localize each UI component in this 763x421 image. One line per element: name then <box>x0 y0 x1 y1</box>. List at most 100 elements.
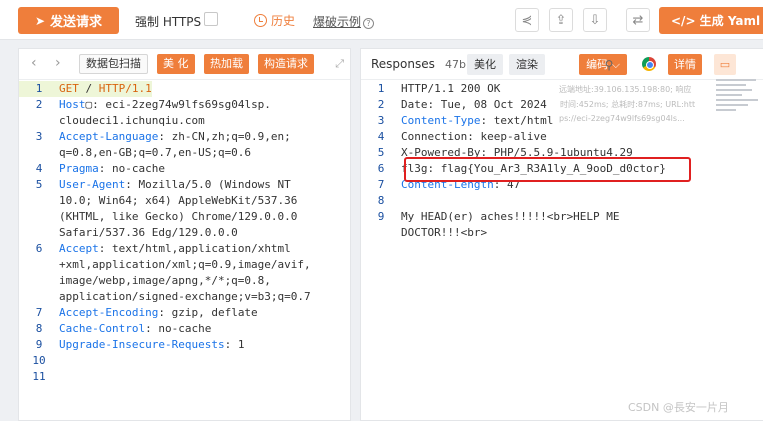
code-text: Content-Length: 47 <box>401 177 520 193</box>
forward-arrow-icon[interactable]: › <box>55 55 61 71</box>
code-line: 9 My HEAD(er) aches!!!!!<br>HELP ME <box>361 209 763 225</box>
force-https-checkbox[interactable] <box>204 12 218 26</box>
request-editor[interactable]: 1 GET / HTTP/1.1 2 Host▢: eci-2zeg74w9lfs69… <box>19 81 350 385</box>
code-text: Accept: text/html,application/xhtml <box>59 241 291 257</box>
share-icon[interactable]: ⋞ <box>515 8 539 32</box>
code-text: Content-Type: text/html <box>401 113 553 129</box>
code-text: User-Agent: Mozilla/5.0 (Windows NT <box>59 177 291 193</box>
code-token: : no-cache <box>145 322 212 335</box>
code-token: application/signed-exchange;v=b3;q=0.7 <box>59 290 311 303</box>
detail-button[interactable]: 详情 <box>668 54 702 75</box>
code-token: fl3g: flag{You_Ar3_R3A1ly_A_9ooD_d0ctor} <box>401 162 666 175</box>
render-button[interactable]: 渲染 <box>509 54 545 75</box>
line-number: 3 <box>377 114 385 127</box>
code-text: GET / HTTP/1.1 <box>59 81 152 97</box>
code-token: : no-cache <box>98 162 165 175</box>
code-token: Upgrade-Insecure-Requests <box>59 338 225 351</box>
code-line: DOCTOR!!!<br> <box>361 225 763 241</box>
code-line: 5 X-Powered-By: PHP/5.5.9-1ubuntu4.29 <box>361 145 763 161</box>
line-number: 6 <box>35 242 43 255</box>
code-token: Accept-Language <box>59 130 159 143</box>
code-token: Cache-Control <box>59 322 146 335</box>
top-toolbar: ➤ 发送请求 强制 HTTPS 历史 爆破示例? ⋞ ⇪ ⇩ ⇄ </> 生成 … <box>0 0 763 40</box>
responses-title: Responses <box>371 57 435 71</box>
generate-yaml-button[interactable]: </> 生成 Yaml 模板 <box>659 7 763 34</box>
build-request-button[interactable]: 构造请求 <box>258 54 314 74</box>
code-token: : text/html <box>480 114 554 127</box>
code-line: 9 Upgrade-Insecure-Requests: 1 <box>19 337 350 353</box>
code-text: cloudeci1.ichunqiu.com <box>59 113 205 129</box>
code-token: Pragma <box>59 162 99 175</box>
line-number <box>19 193 59 209</box>
line-number: 5 <box>377 146 385 159</box>
generate-yaml-label: </> 生成 Yaml 模板 <box>671 14 763 28</box>
code-line: 2 Host▢: eci-2zeg74w9lfs69sg04lsp. <box>19 97 350 113</box>
burst-example-link[interactable]: 爆破示例? <box>313 13 375 30</box>
code-text: Connection: keep-alive <box>401 129 547 145</box>
code-token: DOCTOR!!!<br> <box>401 226 488 239</box>
line-number <box>361 225 401 241</box>
search-icon[interactable]: ⚲ <box>599 55 619 75</box>
code-line: 6 Accept: text/html,application/xhtml <box>19 241 350 257</box>
code-text: 10.0; Win64; x64) AppleWebKit/537.36 <box>59 193 297 209</box>
code-line: 4 Connection: keep-alive <box>361 129 763 145</box>
code-line: 6 fl3g: flag{You_Ar3_R3A1ly_A_9ooD_d0ctor… <box>361 161 763 177</box>
code-text: Cache-Control: no-cache <box>59 321 211 337</box>
line-number <box>19 209 59 225</box>
code-text: Accept-Encoding: gzip, deflate <box>59 305 258 321</box>
code-text: HTTP/1.1 200 OK <box>401 81 500 97</box>
remote-address-info: 远端地址:39.106.135.198:80; 响应 <box>559 85 692 94</box>
export-icon[interactable]: ⇪ <box>549 8 573 32</box>
code-token: HTTP/1.1 200 OK <box>401 82 501 95</box>
import-icon[interactable]: ⇩ <box>583 8 607 32</box>
request-toolbar: ‹ › 数据包扫描 美 化 热加载 构造请求 ⤢ <box>19 49 350 80</box>
line-number: 3 <box>35 130 43 143</box>
code-line: application/signed-exchange;v=b3;q=0.7 <box>19 289 350 305</box>
response-beautify-button[interactable]: 美化 <box>467 54 503 75</box>
code-token: : 1 <box>224 338 245 351</box>
send-request-label: 发送请求 <box>50 15 103 30</box>
code-token: X-Powered-By: PHP/5.5.9-1ubuntu4.29 <box>401 146 633 159</box>
code-token: Host <box>59 98 86 111</box>
line-number: 9 <box>377 210 385 223</box>
burst-example-label: 爆破示例 <box>313 15 362 29</box>
code-text: X-Powered-By: PHP/5.5.9-1ubuntu4.29 <box>401 145 633 161</box>
code-token: image/webp,image/apng,*/*;q=0.8, <box>59 274 271 287</box>
code-token: Content-Length <box>401 178 494 191</box>
expand-icon[interactable]: ⤢ <box>335 57 344 71</box>
line-number: 7 <box>35 306 43 319</box>
message-icon[interactable]: ▭ <box>714 54 736 75</box>
back-arrow-icon[interactable]: ‹ <box>31 55 37 71</box>
force-https-label: 强制 HTTPS <box>135 15 202 29</box>
packet-scan-button[interactable]: 数据包扫描 <box>79 54 148 74</box>
code-line: q=0.8,en-GB;q=0.7,en-US;q=0.6 <box>19 145 350 161</box>
code-text: Host▢: eci-2zeg74w9lfs69sg04lsp. <box>59 97 271 113</box>
code-token: Accept <box>59 242 99 255</box>
response-size: 47b <box>445 58 466 71</box>
chrome-icon[interactable] <box>642 57 656 71</box>
beautify-button[interactable]: 美 化 <box>157 54 195 74</box>
code-line: +xml,application/xml;q=0.9,image/avif, <box>19 257 350 273</box>
code-line: 11 <box>19 369 350 385</box>
hot-reload-button[interactable]: 热加载 <box>204 54 249 74</box>
code-token: Connection: keep-alive <box>401 130 547 143</box>
code-text: Pragma: no-cache <box>59 161 165 177</box>
code-token: My HEAD(er) aches!!!!!<br>HELP ME <box>401 210 620 223</box>
line-number: 6 <box>377 162 385 175</box>
swap-icon[interactable]: ⇄ <box>626 8 650 32</box>
send-request-button[interactable]: ➤ 发送请求 <box>18 7 119 34</box>
response-minimap <box>716 79 760 139</box>
code-text: Safari/537.36 Edg/129.0.0.0 <box>59 225 238 241</box>
line-number: 8 <box>35 322 43 335</box>
code-token: 10.0; Win64; x64) AppleWebKit/537.36 <box>59 194 298 207</box>
line-number: 1 <box>377 82 385 95</box>
code-text: DOCTOR!!!<br> <box>401 225 487 241</box>
line-number: 8 <box>377 194 385 207</box>
code-text: +xml,application/xml;q=0.9,image/avif, <box>59 257 311 273</box>
code-line: 3 Accept-Language: zh-CN,zh;q=0.9,en; <box>19 129 350 145</box>
code-token: q=0.8,en-GB;q=0.7,en-US;q=0.6 <box>59 146 252 159</box>
code-token: GET <box>59 82 79 95</box>
history-button[interactable]: 历史 <box>254 12 295 29</box>
code-line: 7 Accept-Encoding: gzip, deflate <box>19 305 350 321</box>
code-line: 8 <box>361 193 763 209</box>
